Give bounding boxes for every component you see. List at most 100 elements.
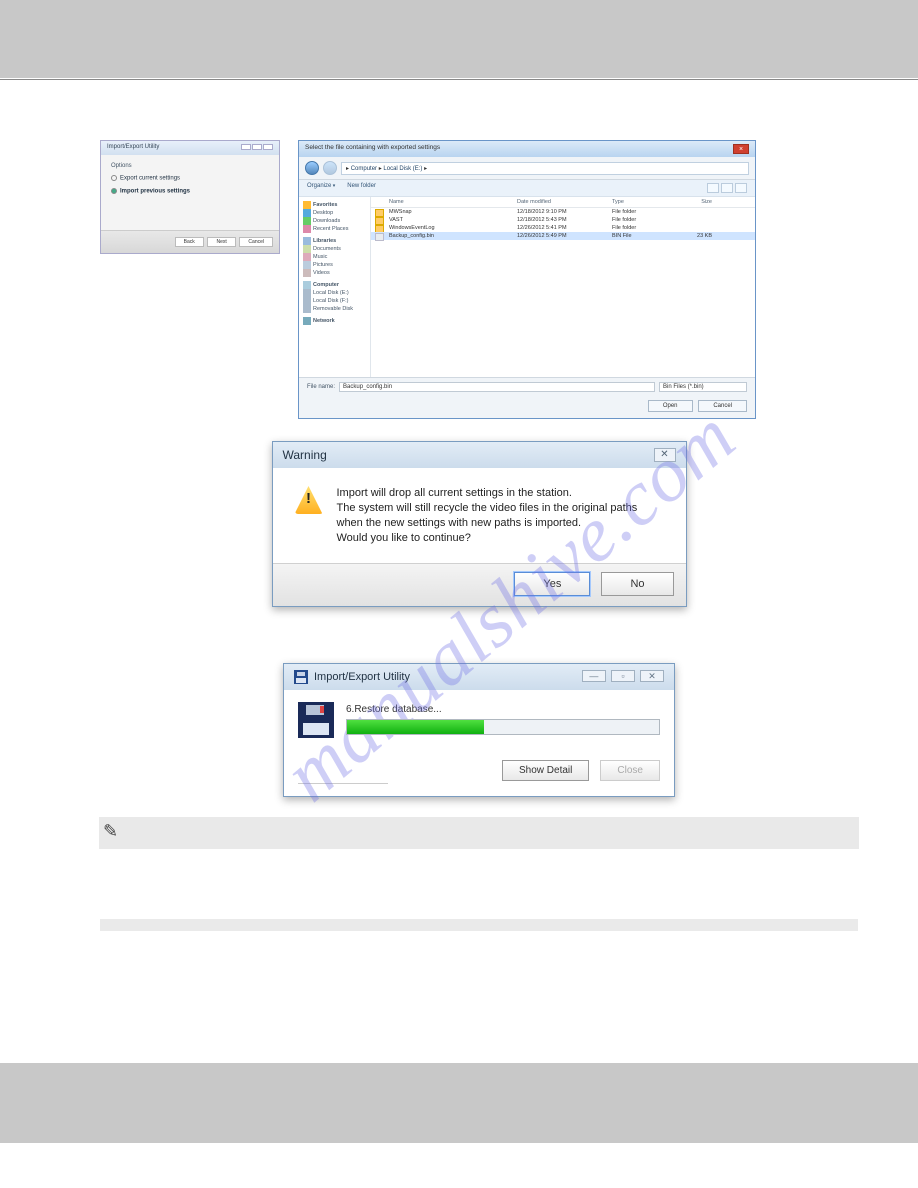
- help-icon[interactable]: [735, 183, 747, 193]
- sidebar-libraries[interactable]: Libraries: [303, 237, 366, 245]
- file-picker-buttons: Open Cancel: [299, 396, 755, 418]
- sidebar-computer[interactable]: Computer: [303, 281, 366, 289]
- progress-dialog: Import/Export Utility — ▫ ✕ 6.Restore da…: [283, 663, 675, 797]
- sidebar-removable[interactable]: Removable Disk: [303, 305, 366, 313]
- show-detail-button[interactable]: Show Detail: [502, 760, 589, 781]
- warning-buttons: Yes No: [273, 563, 686, 606]
- file-row[interactable]: VAST12/18/2012 5:43 PMFile folder: [371, 216, 755, 224]
- filename-bar: File name: Backup_config.bin Bin Files (…: [299, 377, 755, 396]
- close-icon[interactable]: ×: [733, 144, 749, 154]
- file-picker-dialog: Select the file containing with exported…: [298, 140, 756, 419]
- sidebar-videos[interactable]: Videos: [303, 269, 366, 277]
- warning-titlebar: Warning ✕: [273, 442, 686, 468]
- grey-line: [100, 919, 858, 931]
- breadcrumb[interactable]: ▸ Computer ▸ Local Disk (E:) ▸: [341, 162, 749, 175]
- filetype-filter[interactable]: Bin Files (*.bin): [659, 382, 747, 392]
- file-picker-title: Select the file containing with exported…: [305, 144, 440, 154]
- progress-buttons: Show Detail Close: [298, 746, 660, 781]
- maximize-icon[interactable]: ▫: [611, 670, 635, 682]
- close-button[interactable]: Close: [600, 760, 660, 781]
- bottom-grey-bar: [0, 1063, 918, 1143]
- warning-body: Import will drop all current settings in…: [273, 468, 686, 563]
- file-picker-main: Favorites Desktop Downloads Recent Place…: [299, 197, 755, 377]
- cancel-button[interactable]: Cancel: [239, 237, 273, 247]
- export-label: Export current settings: [120, 176, 180, 182]
- dialog-footer: Back Next Cancel: [101, 230, 279, 253]
- close-icon[interactable]: ✕: [640, 670, 664, 682]
- window-buttons: [240, 144, 273, 152]
- sidebar-music[interactable]: Music: [303, 253, 366, 261]
- col-size[interactable]: Size: [667, 199, 712, 205]
- organize-menu[interactable]: Organize: [307, 183, 335, 193]
- sidebar-desktop[interactable]: Desktop: [303, 209, 366, 217]
- col-name[interactable]: Name: [389, 199, 517, 205]
- progress-status: 6.Restore database...: [346, 702, 660, 715]
- page-content: manualshive.com Import/Export Utility Op…: [0, 80, 918, 951]
- sidebar-favorites[interactable]: Favorites: [303, 201, 366, 209]
- file-row[interactable]: WindowsEventLog12/26/2012 5:41 PMFile fo…: [371, 224, 755, 232]
- open-button[interactable]: Open: [648, 400, 693, 412]
- col-type[interactable]: Type: [612, 199, 667, 205]
- crumb-disk: Local Disk (E:): [383, 166, 422, 172]
- filename-input[interactable]: Backup_config.bin: [339, 382, 655, 392]
- blank-panel: [100, 276, 275, 336]
- pencil-icon: [103, 824, 121, 842]
- file-row-selected[interactable]: Backup_config.bin12/26/2012 5:49 PMBIN F…: [371, 232, 755, 240]
- file-picker-toolbar: Organize New folder: [299, 180, 755, 197]
- nav-forward-icon[interactable]: [323, 161, 337, 175]
- progress-bar: [346, 719, 660, 735]
- crumb-computer: Computer: [351, 166, 377, 172]
- progress-titlebar: Import/Export Utility — ▫ ✕: [284, 664, 674, 690]
- view-tools: [707, 183, 747, 193]
- cancel-button[interactable]: Cancel: [698, 400, 747, 412]
- warning-line3: Would you like to continue?: [337, 531, 666, 546]
- minimize-icon[interactable]: [241, 144, 251, 150]
- underline: [298, 783, 388, 784]
- dialog-body: Options Export current settings Import p…: [101, 155, 279, 230]
- import-label: Import previous settings: [120, 188, 190, 194]
- nav-back-icon[interactable]: [305, 161, 319, 175]
- filename-label: File name:: [307, 384, 335, 390]
- progress-body: 6.Restore database... Show Detail Close: [284, 690, 674, 796]
- back-button[interactable]: Back: [175, 237, 204, 247]
- sidebar-local-e[interactable]: Local Disk (E:): [303, 289, 366, 297]
- sidebar-local-f[interactable]: Local Disk (F:): [303, 297, 366, 305]
- screenshot-row: Import/Export Utility Options Export cur…: [100, 140, 858, 419]
- sidebar-network[interactable]: Network: [303, 317, 366, 325]
- warning-title: Warning: [283, 448, 327, 462]
- file-row[interactable]: MWSnap12/18/2012 9:10 PMFile folder: [371, 208, 755, 216]
- import-option[interactable]: Import previous settings: [111, 188, 269, 195]
- warning-line2: The system will still recycle the video …: [337, 501, 666, 531]
- close-icon[interactable]: ✕: [654, 448, 676, 462]
- warning-icon: [295, 486, 323, 514]
- yes-button[interactable]: Yes: [514, 572, 590, 596]
- import-export-dialog: Import/Export Utility Options Export cur…: [100, 140, 280, 254]
- warning-dialog: Warning ✕ Import will drop all current s…: [272, 441, 687, 607]
- dialog-title: Import/Export Utility: [107, 144, 159, 152]
- col-date[interactable]: Date modified: [517, 199, 612, 205]
- view-icon[interactable]: [707, 183, 719, 193]
- sidebar-recent[interactable]: Recent Places: [303, 225, 366, 233]
- next-button[interactable]: Next: [207, 237, 235, 247]
- file-icon: [375, 233, 384, 241]
- breadcrumb-bar: ▸ Computer ▸ Local Disk (E:) ▸: [299, 157, 755, 180]
- no-button[interactable]: No: [601, 572, 673, 596]
- top-grey-bar: [0, 0, 918, 78]
- maximize-icon[interactable]: [252, 144, 262, 150]
- view-list-icon[interactable]: [721, 183, 733, 193]
- new-folder-button[interactable]: New folder: [347, 183, 376, 193]
- file-list: Name Date modified Type Size MWSnap12/18…: [371, 197, 755, 377]
- close-icon[interactable]: [263, 144, 273, 150]
- sidebar-downloads[interactable]: Downloads: [303, 217, 366, 225]
- file-picker-sidebar: Favorites Desktop Downloads Recent Place…: [299, 197, 371, 377]
- minimize-icon[interactable]: —: [582, 670, 606, 682]
- export-option[interactable]: Export current settings: [111, 175, 269, 182]
- progress-fill: [347, 720, 484, 734]
- window-buttons: — ▫ ✕: [580, 670, 664, 684]
- sidebar-documents[interactable]: Documents: [303, 245, 366, 253]
- sidebar-pictures[interactable]: Pictures: [303, 261, 366, 269]
- progress-title: Import/Export Utility: [314, 671, 410, 683]
- file-list-header: Name Date modified Type Size: [371, 197, 755, 208]
- left-stack: Import/Export Utility Options Export cur…: [100, 140, 280, 336]
- floppy-large-icon: [298, 702, 334, 738]
